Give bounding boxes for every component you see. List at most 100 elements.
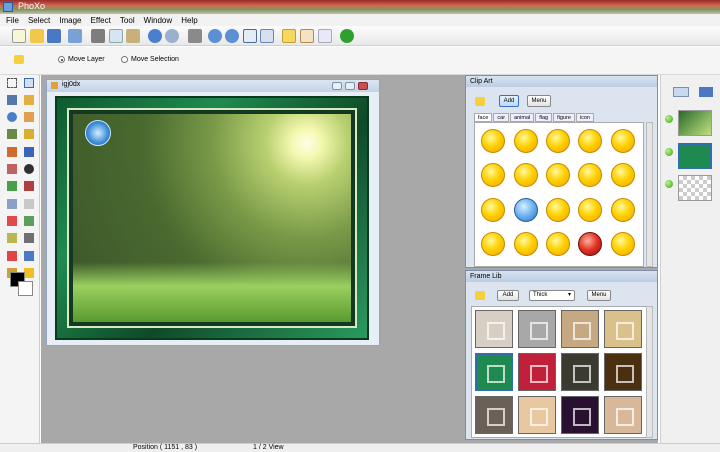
- emoticon-item[interactable]: [546, 198, 570, 222]
- sharpen-icon[interactable]: [7, 199, 17, 209]
- help-icon[interactable]: [340, 29, 354, 43]
- emoticon-item[interactable]: [546, 163, 570, 187]
- frame-category-select[interactable]: Thick ▾: [529, 290, 575, 301]
- actual-size-icon[interactable]: [243, 29, 257, 43]
- redo-icon[interactable]: [165, 29, 179, 43]
- smudge-icon[interactable]: [24, 181, 34, 191]
- emoticon-item[interactable]: [611, 129, 635, 153]
- line-tool-icon[interactable]: [24, 251, 34, 261]
- tab-animal[interactable]: animal: [510, 113, 535, 122]
- layers-panel-icon[interactable]: [699, 87, 713, 97]
- grid-icon[interactable]: [188, 29, 202, 43]
- move-tool-icon[interactable]: [24, 78, 34, 88]
- zoom-in-icon[interactable]: [208, 29, 222, 43]
- frame-thumbnail[interactable]: [604, 310, 642, 348]
- emoticon-item[interactable]: [481, 129, 505, 153]
- frame-thumbnail[interactable]: [561, 353, 599, 391]
- close-button[interactable]: [358, 82, 368, 90]
- rectangle-tool-icon[interactable]: [7, 251, 17, 261]
- emoticon-item[interactable]: [578, 129, 602, 153]
- emoticon-item[interactable]: [514, 163, 538, 187]
- tab-car[interactable]: car: [493, 113, 510, 122]
- move-selection-radio[interactable]: Move Selection: [121, 56, 179, 63]
- brush-icon[interactable]: [24, 147, 34, 157]
- tab-flag[interactable]: flag: [535, 113, 553, 122]
- layer-visible-icon[interactable]: [665, 115, 673, 123]
- layer-visible-icon[interactable]: [665, 180, 673, 188]
- undo-icon[interactable]: [148, 29, 162, 43]
- emoticon-item[interactable]: [514, 129, 538, 153]
- emoticon-item[interactable]: [578, 198, 602, 222]
- frame-lib-add-button[interactable]: Add: [497, 290, 519, 301]
- clip-art-menu-button[interactable]: Menu: [527, 95, 551, 107]
- clip-art-scrollbar[interactable]: [646, 122, 653, 267]
- layer-thumbnail-selected[interactable]: [678, 143, 712, 169]
- clip-art-toggle-icon[interactable]: [282, 29, 296, 43]
- layer-thumbnail[interactable]: [678, 175, 712, 201]
- text-tool-icon[interactable]: [24, 129, 34, 139]
- gradient-icon[interactable]: [24, 216, 34, 226]
- copy-icon[interactable]: [109, 29, 123, 43]
- tab-figure[interactable]: figure: [553, 113, 575, 122]
- emoticon-item[interactable]: [578, 163, 602, 187]
- star-tool-icon[interactable]: [24, 268, 34, 278]
- frame-toggle-icon[interactable]: [300, 29, 314, 43]
- save-icon[interactable]: [47, 29, 61, 43]
- emoticon-item[interactable]: [514, 198, 538, 222]
- cut-icon[interactable]: [91, 29, 105, 43]
- panel-toggle-icon[interactable]: [318, 29, 332, 43]
- frame-thumbnail[interactable]: [475, 396, 513, 434]
- shape-tool-icon[interactable]: [7, 233, 17, 243]
- emoticon-item[interactable]: [611, 232, 635, 256]
- zoom-out-icon[interactable]: [225, 29, 239, 43]
- image-window-titlebar[interactable]: igj0dx: [47, 80, 379, 92]
- move-layer-radio[interactable]: Move Layer: [58, 56, 105, 63]
- emoticon-item[interactable]: [481, 163, 505, 187]
- paste-icon[interactable]: [126, 29, 140, 43]
- image-document-window[interactable]: igj0dx: [46, 79, 380, 346]
- frame-thumbnail[interactable]: [604, 396, 642, 434]
- emoticon-item[interactable]: [481, 198, 505, 222]
- frame-thumbnail[interactable]: [604, 353, 642, 391]
- frame-thumbnail[interactable]: [561, 396, 599, 434]
- open-folder-icon[interactable]: [30, 29, 44, 43]
- emoticon-item[interactable]: [546, 129, 570, 153]
- emoticon-item[interactable]: [514, 232, 538, 256]
- frame-lib-scrollbar[interactable]: [646, 306, 653, 438]
- frame-thumbnail[interactable]: [518, 396, 556, 434]
- minimize-button[interactable]: [332, 82, 342, 90]
- fill-bucket-icon[interactable]: [7, 216, 17, 226]
- clone-stamp-icon[interactable]: [7, 181, 17, 191]
- frame-thumbnail[interactable]: [561, 310, 599, 348]
- fit-window-icon[interactable]: [260, 29, 274, 43]
- emoticon-item[interactable]: [578, 232, 602, 256]
- background-color-swatch[interactable]: [18, 281, 33, 296]
- new-icon[interactable]: [12, 29, 26, 43]
- emoticon-item[interactable]: [546, 232, 570, 256]
- magic-wand-icon[interactable]: [24, 95, 34, 105]
- layer-visible-icon[interactable]: [665, 148, 673, 156]
- contrast-icon[interactable]: [24, 164, 34, 174]
- layer-thumbnail[interactable]: [678, 110, 712, 136]
- frame-thumbnail[interactable]: [518, 353, 556, 391]
- clip-art-add-button[interactable]: Add: [499, 95, 519, 107]
- frame-thumbnail[interactable]: [475, 310, 513, 348]
- blur-icon[interactable]: [24, 199, 34, 209]
- tab-icon[interactable]: icon: [575, 113, 594, 122]
- emoticon-item[interactable]: [481, 232, 505, 256]
- emoticon-item[interactable]: [611, 198, 635, 222]
- emoticon-item[interactable]: [611, 163, 635, 187]
- eraser-icon[interactable]: [7, 164, 17, 174]
- maximize-button[interactable]: [345, 82, 355, 90]
- pencil-icon[interactable]: [7, 147, 17, 157]
- lasso-tool-icon[interactable]: [7, 95, 17, 105]
- zoom-tool-icon[interactable]: [7, 112, 17, 122]
- frame-thumbnail-selected[interactable]: [475, 353, 513, 391]
- layers-tool-icon[interactable]: [673, 87, 689, 97]
- frame-thumbnail[interactable]: [518, 310, 556, 348]
- tab-face[interactable]: face: [474, 113, 493, 122]
- layers-icon[interactable]: [68, 29, 82, 43]
- color-picker-icon[interactable]: [24, 233, 34, 243]
- frame-lib-menu-button[interactable]: Menu: [587, 290, 611, 301]
- marquee-tool-icon[interactable]: [7, 78, 17, 88]
